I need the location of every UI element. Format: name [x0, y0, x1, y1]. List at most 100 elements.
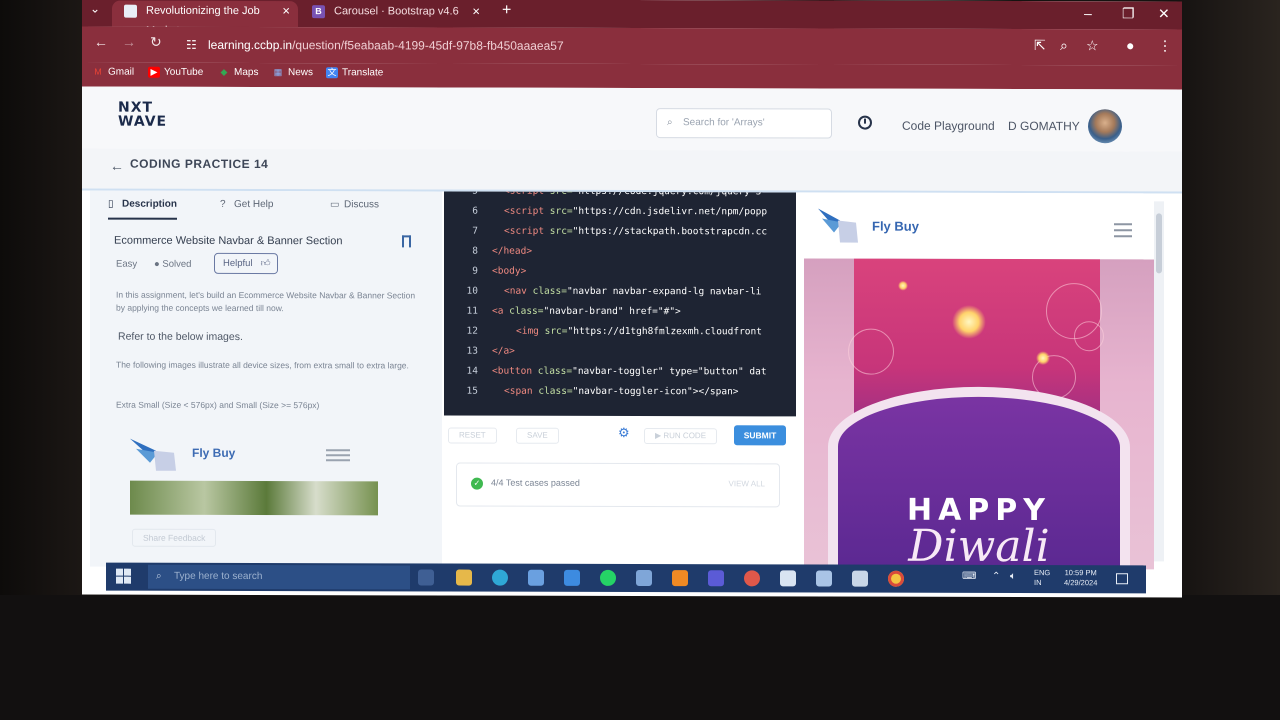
code-line[interactable]: 15 <span class="navbar-toggler-icon"></sp…	[444, 382, 796, 403]
nxtwave-logo[interactable]: NXT WAVE	[118, 99, 167, 130]
vlc-icon[interactable]	[672, 570, 688, 587]
code-line[interactable]: 8 </head>	[444, 242, 796, 263]
keyboard-icon[interactable]: ⌨	[962, 571, 976, 582]
preview-scrollbar-thumb[interactable]	[1156, 213, 1162, 274]
app-icon[interactable]	[744, 570, 760, 587]
illustrate-paragraph: The following images illustrate all devi…	[116, 359, 409, 371]
edge-icon[interactable]	[492, 569, 508, 586]
windows-start-icon[interactable]	[116, 568, 132, 585]
tab-search-chevron-icon[interactable]: ⌄	[90, 2, 100, 16]
onenote-icon[interactable]	[708, 570, 724, 587]
volume-icon[interactable]: 🔈︎	[1010, 571, 1016, 582]
close-tab-icon[interactable]: ×	[282, 1, 290, 21]
notepad-icon[interactable]	[780, 570, 796, 587]
code-line[interactable]: 9 <body>	[444, 262, 796, 283]
new-tab-icon[interactable]: +	[502, 2, 511, 20]
tab-label: Description	[122, 198, 178, 210]
navbar-toggler-icon[interactable]	[1114, 223, 1132, 238]
close-window-icon[interactable]: ✕	[1158, 5, 1170, 22]
test-result-text: 4/4 Test cases passed	[491, 477, 580, 488]
save-button[interactable]: SAVE	[516, 427, 559, 444]
cloud-icon[interactable]	[816, 570, 832, 587]
view-all-link[interactable]: VIEW ALL	[729, 479, 765, 488]
code-tag: <script	[504, 205, 545, 217]
tab-carousel[interactable]: B Carousel · Bootstrap v4.6 ×	[300, 1, 488, 27]
run-label: RUN CODE	[663, 431, 707, 441]
notifications-icon[interactable]	[1116, 573, 1128, 585]
code-line[interactable]: 13 </a>	[444, 342, 796, 363]
reload-icon[interactable]: ↻	[150, 34, 162, 51]
system-clock[interactable]: 10:59 PM 4/29/2024	[1064, 568, 1097, 588]
install-app-icon[interactable]: ⇱	[1034, 37, 1046, 54]
file-explorer-icon[interactable]	[456, 569, 472, 586]
tab-get-help[interactable]: ? Get Help	[220, 199, 273, 210]
stopwatch-icon[interactable]	[858, 115, 872, 130]
avatar[interactable]	[1088, 109, 1122, 144]
search-icon: ⌕	[667, 117, 673, 129]
line-number: 7	[472, 225, 478, 237]
code-line[interactable]: 10 <nav class="navbar navbar-expand-lg na…	[444, 282, 796, 303]
back-arrow-icon[interactable]: ←	[94, 34, 108, 50]
browser-toolbar: ← → ↻ ☷ learning.ccbp.in/question/f5eaba…	[82, 26, 1182, 66]
bookmark-icon[interactable]	[402, 235, 411, 248]
code-playground-link[interactable]: Code Playground	[902, 119, 995, 133]
code-line[interactable]: 7 <script src="https://stackpath.bootstra…	[444, 222, 796, 243]
submit-button[interactable]: SUBMIT	[734, 425, 786, 446]
code-tag: <a	[492, 305, 504, 317]
code-text: <button class="navbar-toggler" type="but…	[492, 362, 767, 383]
logo-line1: NXT	[118, 99, 154, 116]
files-icon[interactable]	[852, 570, 868, 587]
code-line[interactable]: 12 <img src="https://d1tgh8fmlzexmh.cloud…	[444, 322, 796, 343]
tab-description[interactable]: ▯ Description	[108, 198, 178, 220]
minimize-icon[interactable]: –	[1084, 5, 1092, 21]
bookmark-label: YouTube	[164, 66, 204, 78]
line-number: 12	[466, 325, 478, 337]
username[interactable]: D GOMATHY	[1008, 119, 1080, 133]
tab-revolutionizing[interactable]: Revolutionizing the Job Market ×	[112, 0, 298, 37]
banner-script-text: Diwali	[908, 520, 1050, 570]
code-text: <body>	[492, 262, 526, 282]
sparkle	[898, 280, 908, 291]
whatsapp-icon[interactable]	[600, 569, 616, 586]
code-line[interactable]: 6 <script src="https://cdn.jsdelivr.net/n…	[444, 202, 796, 223]
helpful-button[interactable]: Helpful 👍︎	[214, 252, 278, 275]
monitor-bezel-bottom	[0, 595, 1280, 720]
people-icon[interactable]	[636, 570, 652, 587]
bookmark-translate[interactable]: 文 Translate	[326, 67, 383, 78]
menu-kebab-icon[interactable]: ⋮	[1158, 37, 1172, 54]
restore-icon[interactable]: ❐	[1122, 5, 1135, 22]
code-editor[interactable]: 5<script src="https://code.jquery.com/jq…	[444, 191, 796, 417]
taskbar-search-input[interactable]: ⌕ Type here to search	[148, 564, 410, 590]
profile-icon[interactable]: ●	[1126, 37, 1134, 53]
zoom-icon[interactable]: ⌕	[1060, 37, 1068, 54]
address-bar[interactable]: ☷ learning.ccbp.in/question/f5eabaab-419…	[176, 32, 1036, 60]
close-tab-icon[interactable]: ×	[472, 2, 480, 22]
tab-label: Discuss	[344, 199, 380, 211]
reset-button[interactable]: RESET	[448, 427, 497, 444]
screen: ⌄ Revolutionizing the Job Market × B Car…	[82, 0, 1182, 598]
language-indicator[interactable]: ENG IN	[1034, 568, 1050, 588]
site-info-icon[interactable]: ☷	[186, 32, 197, 58]
chrome-icon[interactable]	[888, 570, 904, 587]
url-path: /question/f5eabaab-4199-45df-97b8-fb450a…	[292, 38, 564, 53]
back-arrow-icon[interactable]: ←	[110, 158, 124, 174]
tab-discuss[interactable]: ▭ Discuss	[330, 199, 379, 210]
description-panel: ▯ Description ? Get Help ▭ Discuss Ecommerc…	[90, 190, 442, 568]
forward-arrow-icon[interactable]: →	[122, 34, 136, 50]
bookmark-gmail[interactable]: M Gmail	[92, 67, 134, 78]
task-view-icon[interactable]	[418, 569, 434, 586]
mail-icon[interactable]	[564, 569, 580, 586]
run-code-button[interactable]: ▶ RUN CODE	[644, 428, 718, 445]
show-hidden-icons-chevron-icon[interactable]: ⌃	[992, 571, 1000, 582]
bookmark-youtube[interactable]: ▶ YouTube	[148, 66, 204, 78]
code-line[interactable]: 14 <button class="navbar-toggler" type="b…	[444, 362, 796, 383]
search-input[interactable]: ⌕ Search for 'Arrays'	[656, 108, 832, 139]
bookmark-label: Gmail	[108, 66, 135, 78]
settings-gear-icon[interactable]: ⚙	[618, 425, 630, 441]
share-feedback-button[interactable]: Share Feedback	[132, 528, 217, 547]
bookmark-maps[interactable]: ◆ Maps	[218, 67, 259, 78]
bookmark-star-icon[interactable]: ☆	[1086, 37, 1099, 54]
code-line[interactable]: 11 <a class="navbar-brand" href="#">	[444, 302, 796, 323]
store-icon[interactable]	[528, 569, 544, 586]
bookmark-news[interactable]: ▦ News	[272, 67, 313, 78]
